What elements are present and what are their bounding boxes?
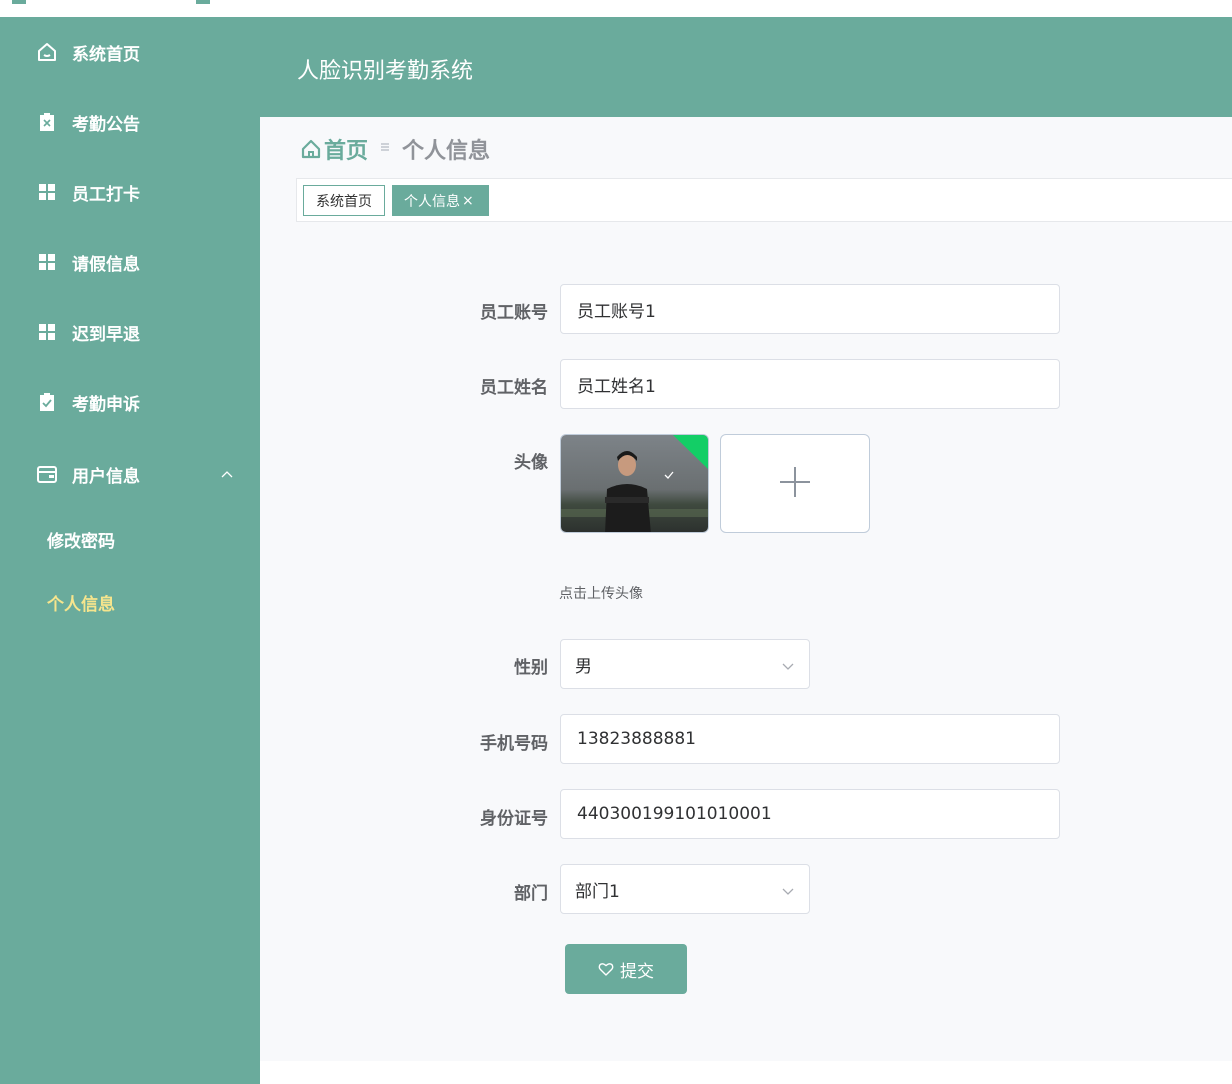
clipboard-x-icon (36, 111, 58, 133)
breadcrumb-current: 个人信息 (402, 139, 491, 164)
gender-value: 男 (575, 656, 592, 677)
sidebar-subitem-label: 个人信息 (47, 594, 115, 615)
gender-select[interactable]: 男 (560, 639, 810, 689)
id-card-label: 身份证号 (480, 809, 548, 829)
heart-icon (598, 961, 614, 977)
sidebar-item-late[interactable]: 迟到早退 (0, 307, 260, 357)
plus-icon (777, 464, 813, 504)
phone-input[interactable]: 13823888881 (560, 714, 1060, 764)
chevron-up-icon (220, 467, 234, 481)
sidebar-item-label: 员工打卡 (72, 184, 140, 205)
sidebar-subitem-change-password[interactable]: 修改密码 (0, 517, 260, 561)
home-icon (300, 138, 322, 160)
sidebar-item-clockin[interactable]: 员工打卡 (0, 167, 260, 217)
department-label: 部门 (514, 884, 548, 904)
id-card-input[interactable]: 440300199101010001 (560, 789, 1060, 839)
breadcrumb-separator (380, 141, 390, 157)
avatar-thumbnail[interactable] (560, 434, 709, 533)
name-label: 员工姓名 (480, 378, 548, 398)
sidebar-item-label: 考勤公告 (72, 114, 140, 135)
department-select[interactable]: 部门1 (560, 864, 810, 914)
sidebar-item-label: 系统首页 (72, 44, 140, 65)
tag-label: 个人信息 (404, 193, 460, 210)
tags-bar: 系统首页 个人信息 × (296, 178, 1232, 222)
header: 人脸识别考勤系统 (260, 17, 1232, 117)
sidebar-item-label: 迟到早退 (72, 324, 140, 345)
avatar-photo (561, 435, 708, 532)
sidebar-item-home[interactable]: 系统首页 (0, 27, 260, 77)
wallet-icon (36, 463, 58, 485)
department-value: 部门1 (575, 881, 620, 902)
tag-personal-info[interactable]: 个人信息 × (392, 185, 489, 216)
app-title: 人脸识别考勤系统 (297, 59, 474, 84)
chevron-down-icon (781, 658, 795, 672)
close-icon[interactable]: × (462, 193, 474, 209)
browser-strip (0, 0, 1232, 17)
sidebar-item-label: 用户信息 (72, 466, 140, 487)
breadcrumb-home[interactable]: 首页 (324, 133, 368, 165)
sidebar-item-notice[interactable]: 考勤公告 (0, 97, 260, 147)
name-input[interactable]: 员工姓名1 (560, 359, 1060, 409)
avatar-upload-tip: 点击上传头像 (559, 586, 643, 602)
home-icon (36, 41, 58, 63)
sidebar-item-appeal[interactable]: 考勤申诉 (0, 377, 260, 427)
grid-icon (36, 321, 58, 343)
avatar-upload-button[interactable] (720, 434, 870, 533)
sidebar: 系统首页 考勤公告 员工打卡 请假信息 迟到早退 考勤申诉 用户信息 修改密码 … (0, 17, 260, 1084)
tag-home[interactable]: 系统首页 (303, 185, 385, 216)
account-input[interactable]: 员工账号1 (560, 284, 1060, 334)
submit-label: 提交 (620, 961, 654, 982)
sidebar-subitem-personal-info[interactable]: 个人信息 (0, 580, 260, 624)
chevron-down-icon (781, 883, 795, 897)
footer-space (260, 1061, 1232, 1084)
grid-icon (36, 251, 58, 273)
account-label: 员工账号 (480, 303, 548, 323)
avatar-label: 头像 (514, 453, 548, 473)
submit-button[interactable]: 提交 (565, 944, 687, 994)
sidebar-item-user-info[interactable]: 用户信息 (0, 449, 260, 499)
strip-mark (12, 0, 26, 4)
strip-mark (196, 0, 210, 4)
tag-label: 系统首页 (316, 193, 372, 210)
sidebar-subitem-label: 修改密码 (47, 531, 115, 552)
grid-icon (36, 181, 58, 203)
sidebar-item-leave[interactable]: 请假信息 (0, 237, 260, 287)
phone-label: 手机号码 (480, 734, 548, 754)
clipboard-check-icon (36, 391, 58, 413)
breadcrumb: 首页 个人信息 (300, 134, 490, 164)
sidebar-item-label: 考勤申诉 (72, 394, 140, 415)
sidebar-item-label: 请假信息 (72, 254, 140, 275)
main-content: 首页 个人信息 系统首页 个人信息 × 员工账号 员工账号1 员工姓名 员工姓名… (260, 117, 1232, 1061)
gender-label: 性别 (514, 658, 548, 678)
